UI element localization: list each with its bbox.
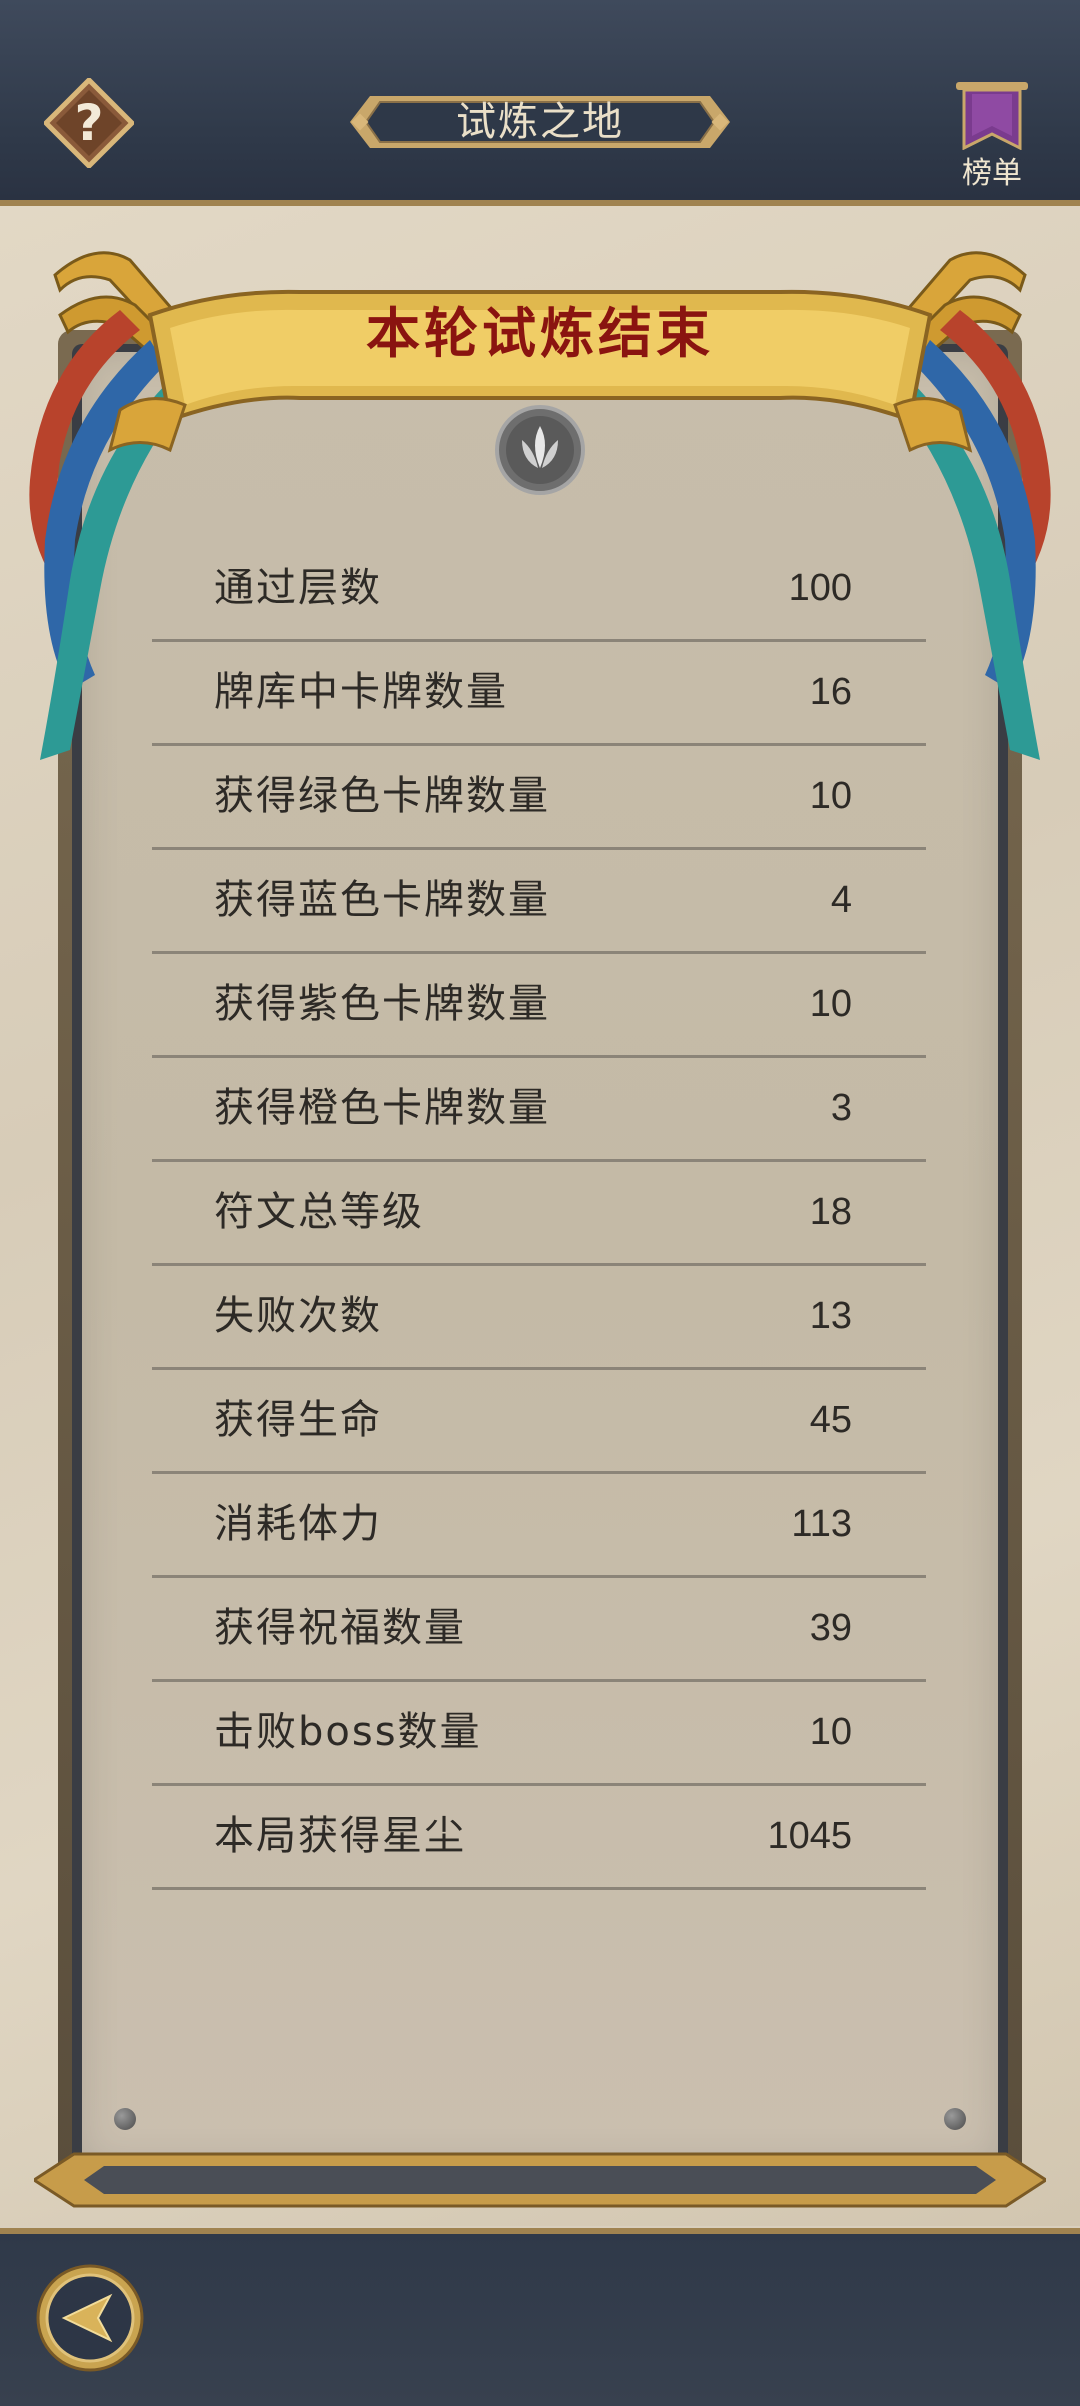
rivet xyxy=(944,2108,966,2130)
stat-row: 击败boss数量 10 xyxy=(152,1682,926,1786)
leaf-crest-icon xyxy=(495,405,585,495)
stat-row: 本局获得星尘 1045 xyxy=(152,1786,926,1890)
page-title: 试炼之地 xyxy=(456,99,624,145)
panel-bottom-trim xyxy=(34,2152,1046,2208)
stat-value: 10 xyxy=(809,1711,852,1753)
stat-value: 16 xyxy=(809,671,852,713)
stat-value: 100 xyxy=(788,567,852,609)
leaderboard-button[interactable]: 榜单 xyxy=(950,80,1034,191)
stat-label: 消耗体力 xyxy=(214,1501,382,1547)
stat-label: 获得祝福数量 xyxy=(214,1605,466,1651)
stat-row: 获得蓝色卡牌数量 4 xyxy=(152,850,926,954)
purple-banner-icon xyxy=(956,82,1028,150)
stat-label: 获得蓝色卡牌数量 xyxy=(214,877,550,923)
back-arrow-icon xyxy=(36,2264,144,2372)
help-button[interactable]: ? xyxy=(42,76,136,170)
stat-value: 4 xyxy=(830,879,852,921)
stat-value: 10 xyxy=(809,775,852,817)
bottom-bar xyxy=(0,2228,1080,2406)
stat-label: 获得生命 xyxy=(214,1397,382,1443)
rivet xyxy=(114,2108,136,2130)
stat-row: 获得绿色卡牌数量 10 xyxy=(152,746,926,850)
stats-list: 通过层数 100 牌库中卡牌数量 16 获得绿色卡牌数量 10 获得蓝色卡牌数量… xyxy=(152,538,926,1890)
stat-value: 113 xyxy=(791,1503,852,1545)
stat-label: 获得橙色卡牌数量 xyxy=(214,1085,550,1131)
svg-text:?: ? xyxy=(74,94,103,152)
stat-row: 通过层数 100 xyxy=(152,538,926,642)
stat-label: 失败次数 xyxy=(214,1293,382,1339)
stat-row: 获得橙色卡牌数量 3 xyxy=(152,1058,926,1162)
stat-row: 获得生命 45 xyxy=(152,1370,926,1474)
stat-label: 获得紫色卡牌数量 xyxy=(214,981,550,1027)
banner-title: 本轮试炼结束 xyxy=(366,301,714,365)
stat-value: 39 xyxy=(809,1607,852,1649)
stat-value: 13 xyxy=(809,1295,852,1337)
stat-value: 45 xyxy=(809,1399,852,1441)
stat-label: 击败boss数量 xyxy=(214,1709,482,1755)
stat-label: 符文总等级 xyxy=(214,1189,424,1235)
stat-row: 牌库中卡牌数量 16 xyxy=(152,642,926,746)
stat-value: 10 xyxy=(809,983,852,1025)
stat-row: 符文总等级 18 xyxy=(152,1162,926,1266)
stat-row: 获得紫色卡牌数量 10 xyxy=(152,954,926,1058)
stat-row: 失败次数 13 xyxy=(152,1266,926,1370)
stat-row: 获得祝福数量 39 xyxy=(152,1578,926,1682)
stat-label: 通过层数 xyxy=(214,565,382,611)
stat-label: 本局获得星尘 xyxy=(214,1813,466,1859)
question-mark-icon: ? xyxy=(42,76,136,170)
stat-row: 消耗体力 113 xyxy=(152,1474,926,1578)
stat-label: 获得绿色卡牌数量 xyxy=(214,773,550,819)
stat-value: 3 xyxy=(830,1087,852,1129)
leaderboard-label: 榜单 xyxy=(962,156,1022,191)
stat-value: 1045 xyxy=(767,1815,852,1857)
back-button[interactable] xyxy=(34,2262,146,2374)
stat-label: 牌库中卡牌数量 xyxy=(214,669,508,715)
stat-value: 18 xyxy=(809,1191,852,1233)
